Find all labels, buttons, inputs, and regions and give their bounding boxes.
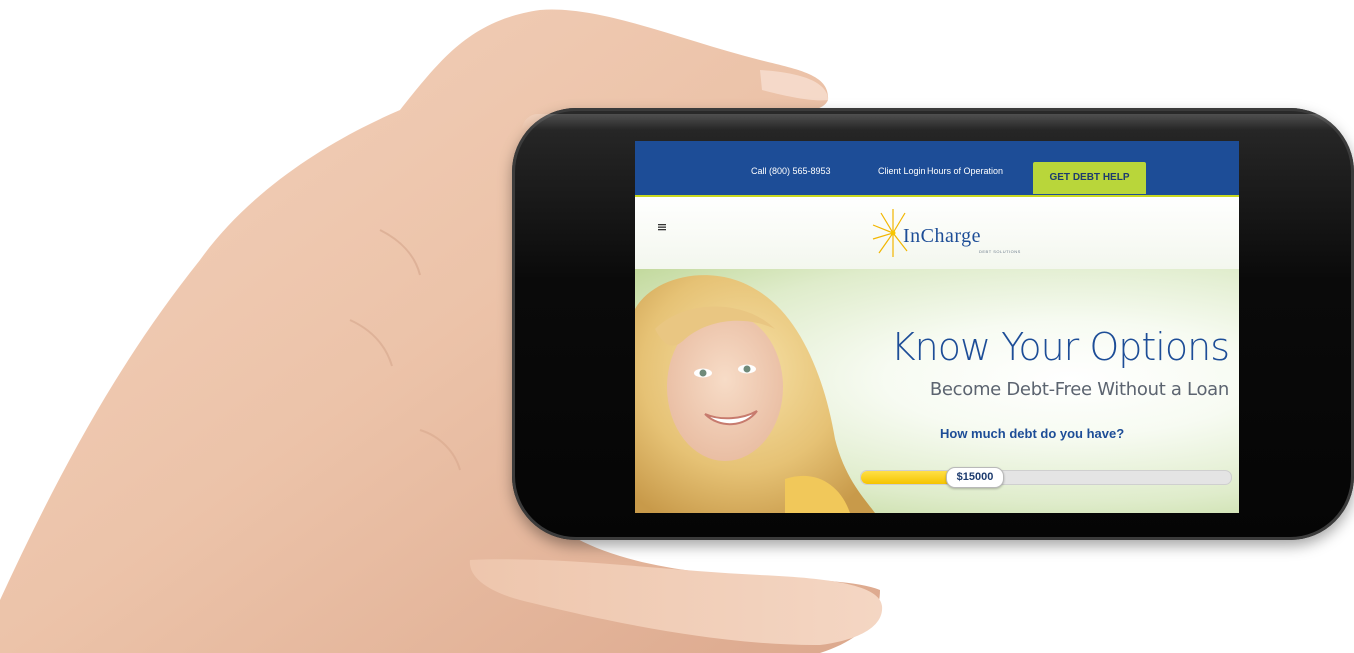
phone-bezel-highlight [522, 114, 1344, 130]
hero-title: Know Your Options [890, 325, 1230, 369]
site-header: InCharge DEBT SOLUTIONS [635, 197, 1239, 269]
incharge-logo[interactable]: InCharge DEBT SOLUTIONS [871, 207, 1021, 257]
slider-fill [861, 471, 954, 484]
phone-number-link[interactable]: Call (800) 565-8953 [751, 166, 831, 176]
phone-screen: Call (800) 565-8953 Client Login Hours o… [635, 141, 1239, 513]
hero-subtitle: Become Debt-Free Without a Loan [929, 379, 1229, 400]
client-login-link[interactable]: Client Login [878, 166, 926, 176]
hamburger-menu-icon[interactable] [655, 220, 669, 234]
slider-handle[interactable]: $15000 [946, 467, 1004, 488]
debt-amount-question: How much debt do you have? [940, 426, 1125, 441]
smiling-woman-photo [635, 275, 875, 513]
debt-amount-slider[interactable]: $15000 [860, 467, 1232, 488]
hero-banner: Know Your Options Become Debt-Free Witho… [635, 269, 1239, 513]
logo-wordmark: InCharge [903, 225, 982, 247]
logo-tagline: DEBT SOLUTIONS [979, 249, 1021, 254]
hours-of-operation-link[interactable]: Hours of Operation [927, 166, 1003, 176]
get-debt-help-button[interactable]: GET DEBT HELP [1033, 162, 1146, 194]
photo-stage: Call (800) 565-8953 Client Login Hours o… [0, 0, 1354, 653]
top-bar: Call (800) 565-8953 Client Login Hours o… [635, 141, 1239, 197]
